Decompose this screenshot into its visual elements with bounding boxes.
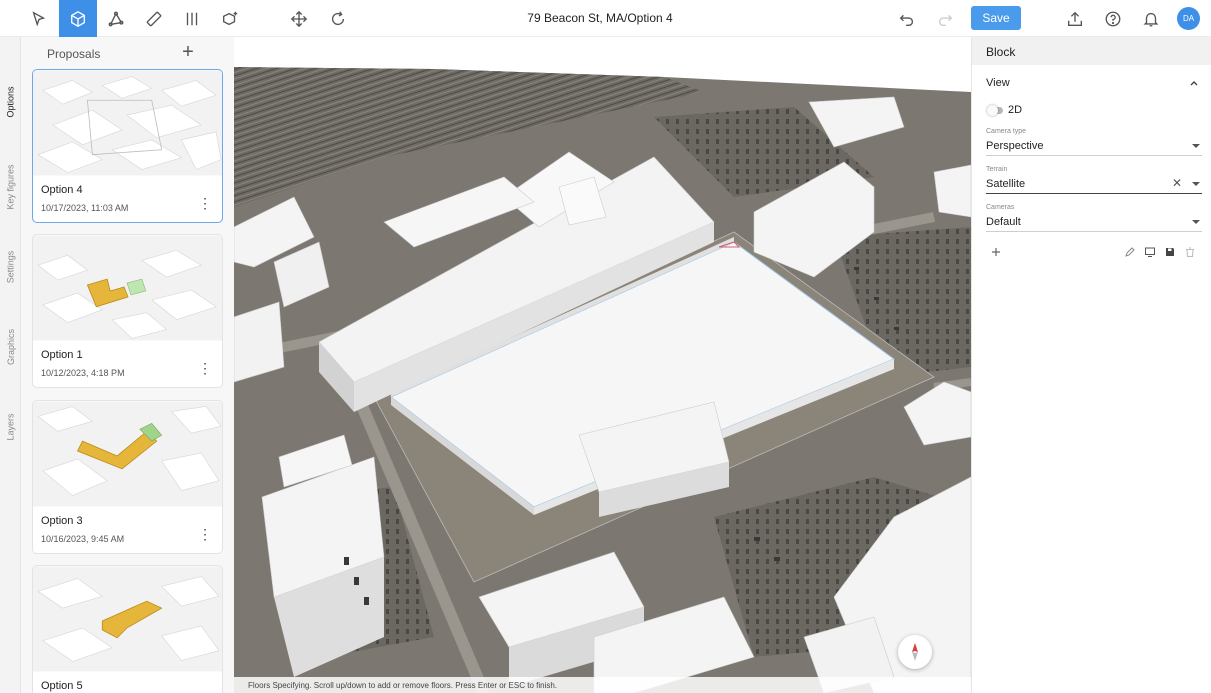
rail-tab-label: Layers — [5, 413, 16, 441]
camera-type-label: Camera type — [986, 128, 1027, 135]
export-upload-icon[interactable] — [1056, 0, 1094, 37]
terrain-select[interactable]: Terrain Satellite ✕ — [986, 166, 1202, 194]
compass-icon[interactable] — [898, 635, 932, 669]
undo-icon[interactable] — [888, 0, 926, 37]
top-toolbar: 79 Beacon St, MA/Option 4 Save DA — [0, 0, 1211, 37]
proposal-date: 10/16/2023, 9:45 AM — [41, 534, 125, 544]
proposal-name: Option 4 — [41, 184, 83, 196]
redo-icon[interactable] — [926, 0, 964, 37]
dropdown-caret-icon — [1192, 182, 1200, 186]
document-title: 79 Beacon St, MA/Option 4 — [527, 11, 673, 25]
more-vertical-icon[interactable]: ⋮ — [198, 527, 212, 541]
delete-trash-icon[interactable] — [1184, 245, 1198, 259]
camera-actions — [986, 245, 1202, 263]
measure-ruler-icon[interactable] — [135, 0, 173, 37]
proposal-thumbnail — [33, 566, 222, 672]
proposal-card[interactable]: Option 1 10/12/2023, 4:18 PM ⋮ — [32, 234, 223, 388]
proposal-date: 10/12/2023, 4:18 PM — [41, 368, 125, 378]
proposal-card[interactable]: Option 5 ⋮ — [32, 565, 223, 693]
rail-tab-label: Options — [5, 86, 16, 118]
notifications-bell-icon[interactable] — [1132, 0, 1170, 37]
help-icon[interactable] — [1094, 0, 1132, 37]
terrain-label: Terrain — [986, 166, 1008, 173]
more-vertical-icon[interactable]: ⋮ — [198, 361, 212, 375]
proposal-name: Option 1 — [41, 349, 83, 361]
chevron-up-icon[interactable] — [1188, 77, 1200, 89]
rail-tab-graphics[interactable]: Graphics — [0, 317, 21, 377]
side-tab-rail: Options Key figures Settings Graphics La… — [0, 37, 21, 693]
camera-type-select[interactable]: Camera type Perspective — [986, 128, 1202, 156]
user-avatar[interactable]: DA — [1177, 7, 1200, 30]
dropdown-caret-icon — [1192, 220, 1200, 224]
select-arrow-icon[interactable] — [20, 0, 58, 37]
rotate-icon[interactable] — [319, 0, 357, 37]
cameras-select[interactable]: Cameras Default — [986, 204, 1202, 232]
toggle-2d-label: 2D — [1008, 104, 1023, 116]
add-object-icon[interactable] — [211, 0, 249, 37]
block-tool-icon[interactable] — [59, 0, 97, 37]
proposal-thumbnail — [33, 401, 222, 507]
cameras-value: Default — [986, 216, 1021, 228]
save-disk-icon[interactable] — [1164, 245, 1178, 259]
proposal-card[interactable]: Option 3 10/16/2023, 9:45 AM ⋮ — [32, 400, 223, 554]
proposal-thumbnail — [33, 70, 222, 176]
polyline-tool-icon[interactable] — [97, 0, 135, 37]
clear-x-icon[interactable]: ✕ — [1172, 176, 1182, 190]
rail-tab-settings[interactable]: Settings — [0, 237, 21, 297]
proposal-date: 10/17/2023, 11:03 AM — [41, 203, 129, 213]
save-button[interactable]: Save — [971, 6, 1021, 30]
toggle-2d-switch[interactable] — [987, 105, 1003, 116]
add-camera-icon[interactable] — [990, 245, 1004, 259]
properties-header: Block — [972, 37, 1211, 65]
properties-panel: Block View 2D Camera type Perspective Te… — [971, 37, 1211, 693]
map-viewport[interactable]: Floors Specifying. Scroll up/down to add… — [234, 37, 971, 693]
columns-tool-icon[interactable] — [173, 0, 211, 37]
rail-tab-layers[interactable]: Layers — [0, 402, 21, 452]
move-icon[interactable] — [280, 0, 318, 37]
status-hint: Floors Specifying. Scroll up/down to add… — [234, 677, 971, 693]
view-section-title[interactable]: View — [986, 77, 1010, 89]
camera-type-value: Perspective — [986, 140, 1044, 152]
more-vertical-icon[interactable]: ⋮ — [198, 196, 212, 210]
properties-title: Block — [986, 45, 1016, 59]
cameras-label: Cameras — [986, 204, 1015, 211]
proposals-header: Proposals — [47, 47, 101, 61]
satellite-3d-map[interactable] — [234, 37, 971, 693]
edit-pencil-icon[interactable] — [1124, 245, 1138, 259]
rail-tab-key-figures[interactable]: Key figures — [0, 147, 21, 227]
rail-tab-label: Graphics — [5, 328, 16, 366]
proposal-card[interactable]: Option 4 10/17/2023, 11:03 AM ⋮ — [32, 69, 223, 223]
proposal-name: Option 3 — [41, 515, 83, 527]
proposal-name: Option 5 — [41, 680, 83, 692]
rail-tab-label: Settings — [5, 250, 16, 284]
add-proposal-icon[interactable]: + — [178, 42, 198, 62]
terrain-value: Satellite — [986, 178, 1026, 190]
rail-tab-options[interactable]: Options — [0, 77, 21, 127]
proposal-thumbnail — [33, 235, 222, 341]
rail-tab-label: Key figures — [5, 164, 16, 210]
screen-view-icon[interactable] — [1144, 245, 1158, 259]
proposals-panel: Proposals + Option 4 10/17/2023, 11:03 A… — [21, 37, 234, 693]
dropdown-caret-icon — [1192, 144, 1200, 148]
app-window: 79 Beacon St, MA/Option 4 Save DA Option… — [0, 0, 1211, 693]
